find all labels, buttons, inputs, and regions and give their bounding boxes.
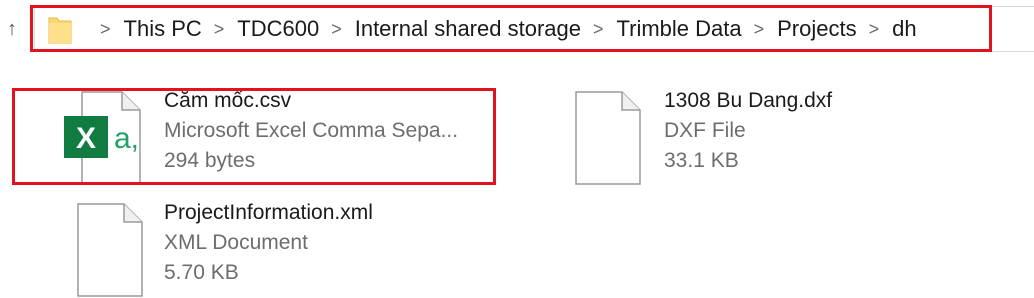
file-item-project-information-xml[interactable]: ProjectInformation.xml XML Document 5.70…: [14, 196, 494, 297]
crumb-trimble-data[interactable]: Trimble Data: [617, 16, 742, 42]
chevron-right-icon[interactable]: >: [100, 19, 111, 40]
blank-file-icon: [77, 203, 143, 297]
svg-text:a,: a,: [114, 122, 139, 155]
blank-file-icon: [575, 91, 641, 185]
file-name: ProjectInformation.xml: [164, 201, 373, 224]
crumb-tdc600[interactable]: TDC600: [237, 16, 319, 42]
file-size: 33.1 KB: [664, 149, 739, 172]
file-name: 1308 Bu Dang.dxf: [664, 89, 833, 112]
crumb-this-pc[interactable]: This PC: [124, 16, 202, 42]
breadcrumb: > This PC > TDC600 > Internal shared sto…: [48, 12, 917, 46]
chevron-right-icon[interactable]: >: [331, 19, 342, 40]
folder-icon: [48, 17, 72, 44]
up-arrow-icon: ↑: [7, 17, 17, 40]
crumb-dh[interactable]: dh: [892, 16, 916, 42]
file-type: Microsoft Excel Comma Sepa...: [164, 119, 459, 142]
file-item-1308-bu-dang-dxf[interactable]: 1308 Bu Dang.dxf DXF File 33.1 KB: [560, 86, 980, 185]
file-name: Cắm mốc.csv: [164, 89, 292, 112]
file-size: 294 bytes: [164, 149, 256, 172]
svg-text:X: X: [76, 122, 96, 155]
chevron-right-icon[interactable]: >: [214, 19, 225, 40]
crumb-internal-shared-storage[interactable]: Internal shared storage: [355, 16, 581, 42]
file-item-cam-moc-csv[interactable]: X a, Cắm mốc.csv Microsoft Excel Comma S…: [14, 86, 494, 185]
crumb-projects[interactable]: Projects: [777, 16, 856, 42]
file-type: DXF File: [664, 119, 746, 142]
chevron-right-icon[interactable]: >: [869, 19, 880, 40]
up-arrow-button[interactable]: ↑: [0, 14, 24, 44]
chevron-right-icon[interactable]: >: [754, 19, 765, 40]
chevron-right-icon[interactable]: >: [593, 19, 604, 40]
excel-csv-icon: X a,: [64, 91, 141, 185]
file-size: 5.70 KB: [164, 261, 239, 284]
file-type: XML Document: [164, 231, 308, 254]
